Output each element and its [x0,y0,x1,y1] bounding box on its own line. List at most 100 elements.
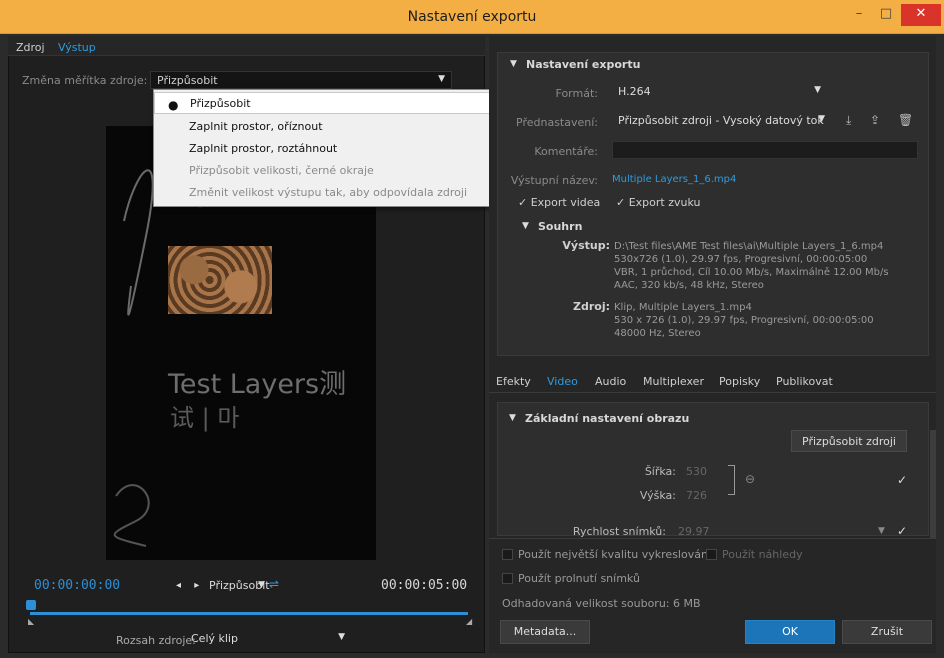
scaling-dropdown-menu: ● Přizpůsobit Zaplnit prostor, oříznout … [153,89,502,207]
chevron-down-icon: ▼ [814,85,821,95]
tab-source[interactable]: Zdroj [16,41,45,54]
source-range-label: Rozsah zdroje: [116,634,196,647]
format-label: Formát: [555,87,598,100]
collapse-triangle-icon[interactable]: ▼ [509,413,516,423]
output-name-link[interactable]: Multiple Layers_1_6.mp4 [612,174,736,185]
summary-source-line: Klip, Multiple Layers_1.mp4 [614,302,752,313]
summary-source-details: Klip, Multiple Layers_1.mp4 530 x 726 (1… [614,301,914,340]
summary-output-line: D:\Test files\AME Test files\ai\Multiple… [614,241,884,252]
preset-select[interactable]: Přizpůsobit zdroji - Vysoký datový tok ▼ [612,112,830,130]
cancel-button[interactable]: Zrušit [842,620,932,644]
chain-link-icon[interactable]: ⊖ [745,472,755,486]
link-bracket [728,465,735,495]
tab-effects[interactable]: Efekty [496,375,531,388]
ok-button[interactable]: OK [745,620,835,644]
summary-output-key: Výstup: [562,239,610,252]
height-value[interactable]: 726 [686,489,707,502]
dropdown-item-fill-stretch[interactable]: Zaplnit prostor, roztáhnout [154,138,501,160]
export-video-label: Export videa [530,196,601,209]
dropdown-item-label: Změnit velikost výstupu tak, aby odpovíd… [189,186,468,199]
output-name-label: Výstupní název: [510,174,598,187]
maximize-button[interactable]: □ [873,4,899,26]
timeline-bar[interactable] [30,612,468,615]
source-range-value: Celý klip [191,632,238,645]
dropdown-item-match-source: Změnit velikost výstupu tak, aby odpovíd… [154,182,501,204]
frame-rate-label: Rychlost snímků: [572,525,666,538]
source-scaling-select[interactable]: Přizpůsobit ▼ [150,71,452,89]
max-quality-label: Použít největší kvalitu vykreslování [518,548,711,561]
tab-publish[interactable]: Publikovat [776,375,833,388]
source-range-select[interactable]: Celý klip ▼ [185,630,351,648]
checkmark-icon: ✓ [518,196,528,209]
checkmark-icon: ✓ [616,196,626,209]
comments-input[interactable] [612,141,918,159]
width-value[interactable]: 530 [686,465,707,478]
in-marker-icon: ◣ [28,617,35,626]
chevron-down-icon: ▼ [438,74,445,84]
window-title: Nastavení exportu [407,9,537,25]
frame-blend-checkbox[interactable] [502,573,513,584]
max-quality-checkbox[interactable] [502,549,513,560]
timecode-start[interactable]: 00:00:00:00 [34,578,120,593]
tab-video[interactable]: Video [547,375,578,388]
dropdown-item-label: Přizpůsobit velikosti, černé okraje [189,164,374,177]
minimize-button[interactable]: – [846,4,872,26]
playhead-handle[interactable] [26,600,36,610]
dropdown-item-fit[interactable]: ● Přizpůsobit [154,92,501,114]
summary-output-details: D:\Test files\AME Test files\ai\Multiple… [614,240,914,292]
export-video-checkbox[interactable]: ✓ Export videa [518,196,600,209]
dropdown-item-black-borders: Přizpůsobit velikosti, černé okraje [154,160,501,182]
summary-output-line: AAC, 320 kb/s, 48 kHz, Stereo [614,280,764,291]
summary-output-line: 530x726 (1.0), 29.97 fps, Progresivní, 0… [614,254,868,265]
delete-preset-icon[interactable]: 🗑 [898,113,913,127]
close-button[interactable]: ✕ [901,4,941,26]
checkmark-icon[interactable]: ✓ [897,473,907,487]
collapse-triangle-icon[interactable]: ▼ [510,59,517,69]
chevron-down-icon[interactable]: ▼ [878,526,885,536]
format-select[interactable]: H.264 ▼ [612,83,826,101]
preview-pattern-image [168,246,272,314]
frame-blend-label: Použít prolnutí snímků [518,572,640,585]
use-previews-checkbox[interactable] [706,549,717,560]
dropdown-item-fill-crop[interactable]: Zaplnit prostor, oříznout [154,116,501,138]
chevron-down-icon: ▼ [818,114,825,124]
out-marker-icon: ◢ [466,617,473,626]
chevron-down-icon: ▼ [338,632,345,642]
export-audio-label: Export zvuku [628,196,701,209]
checkmark-icon[interactable]: ✓ [897,524,907,538]
tab-captions[interactable]: Popisky [719,375,760,388]
video-settings-scrollbar[interactable] [930,430,936,540]
height-label: Výška: [639,489,676,502]
dropdown-item-label: Přizpůsobit [190,97,251,110]
set-out-point-icon[interactable]: ▸ [194,580,199,591]
basic-video-settings-heading: Základní nastavení obrazu [525,412,690,425]
preview-text-line-2: 试 | 마 [170,404,240,432]
metadata-button[interactable]: Metadata... [500,620,590,644]
frame-rate-value[interactable]: 29.97 [678,525,710,538]
export-settings-heading: Nastavení exportu [526,58,641,71]
title-bar: Nastavení exportu – □ ✕ [0,0,944,34]
timecode-end: 00:00:05:00 [381,578,468,593]
set-in-point-icon[interactable]: ◂ [176,580,181,591]
dropdown-item-label: Zaplnit prostor, roztáhnout [189,142,338,155]
comments-label: Komentáře: [534,145,598,158]
tab-output[interactable]: Výstup [58,41,96,54]
source-scaling-value: Přizpůsobit [157,74,218,87]
collapse-triangle-icon[interactable]: ▼ [522,221,529,231]
source-scaling-label: Změna měřítka zdroje: [22,74,148,87]
preset-value: Přizpůsobit zdroji - Vysoký datový tok [618,114,824,127]
aspect-toggle-icon[interactable]: ⇌ [269,577,279,591]
playback-controls: ◂ ▸ [176,580,199,591]
save-preset-icon[interactable]: ⤓ [846,113,851,128]
format-value: H.264 [618,85,651,98]
summary-heading: Souhrn [538,220,583,233]
chevron-down-icon[interactable]: ▼ [258,580,265,590]
tab-multiplexer[interactable]: Multiplexer [643,375,704,388]
width-label: Šířka: [644,465,676,478]
import-preset-icon[interactable]: ⇪ [870,113,880,127]
tab-audio[interactable]: Audio [595,375,626,388]
preview-text-line-1: Test Layers测 [168,369,347,400]
match-source-button[interactable]: Přizpůsobit zdroji [791,430,907,452]
export-audio-checkbox[interactable]: ✓ Export zvuku [616,196,700,209]
bullet-icon: ● [168,98,179,112]
